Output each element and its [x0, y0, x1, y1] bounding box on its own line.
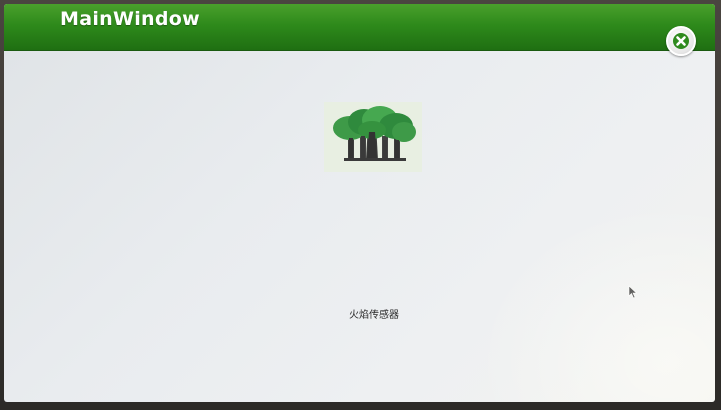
title-bar: MainWindow [4, 4, 715, 56]
screen-glare [475, 202, 715, 402]
sensor-label: 火焰传感器 [349, 310, 399, 321]
sensor-image [324, 102, 422, 172]
monitor-bezel: MainWindow 火焰传感器 [0, 0, 721, 410]
forest-trees-icon [333, 106, 416, 161]
main-content: 火焰传感器 [4, 50, 715, 402]
mouse-cursor-icon [628, 285, 638, 299]
app-window: MainWindow 火焰传感器 [4, 4, 715, 402]
close-icon [673, 33, 689, 49]
window-title: MainWindow [60, 8, 200, 30]
